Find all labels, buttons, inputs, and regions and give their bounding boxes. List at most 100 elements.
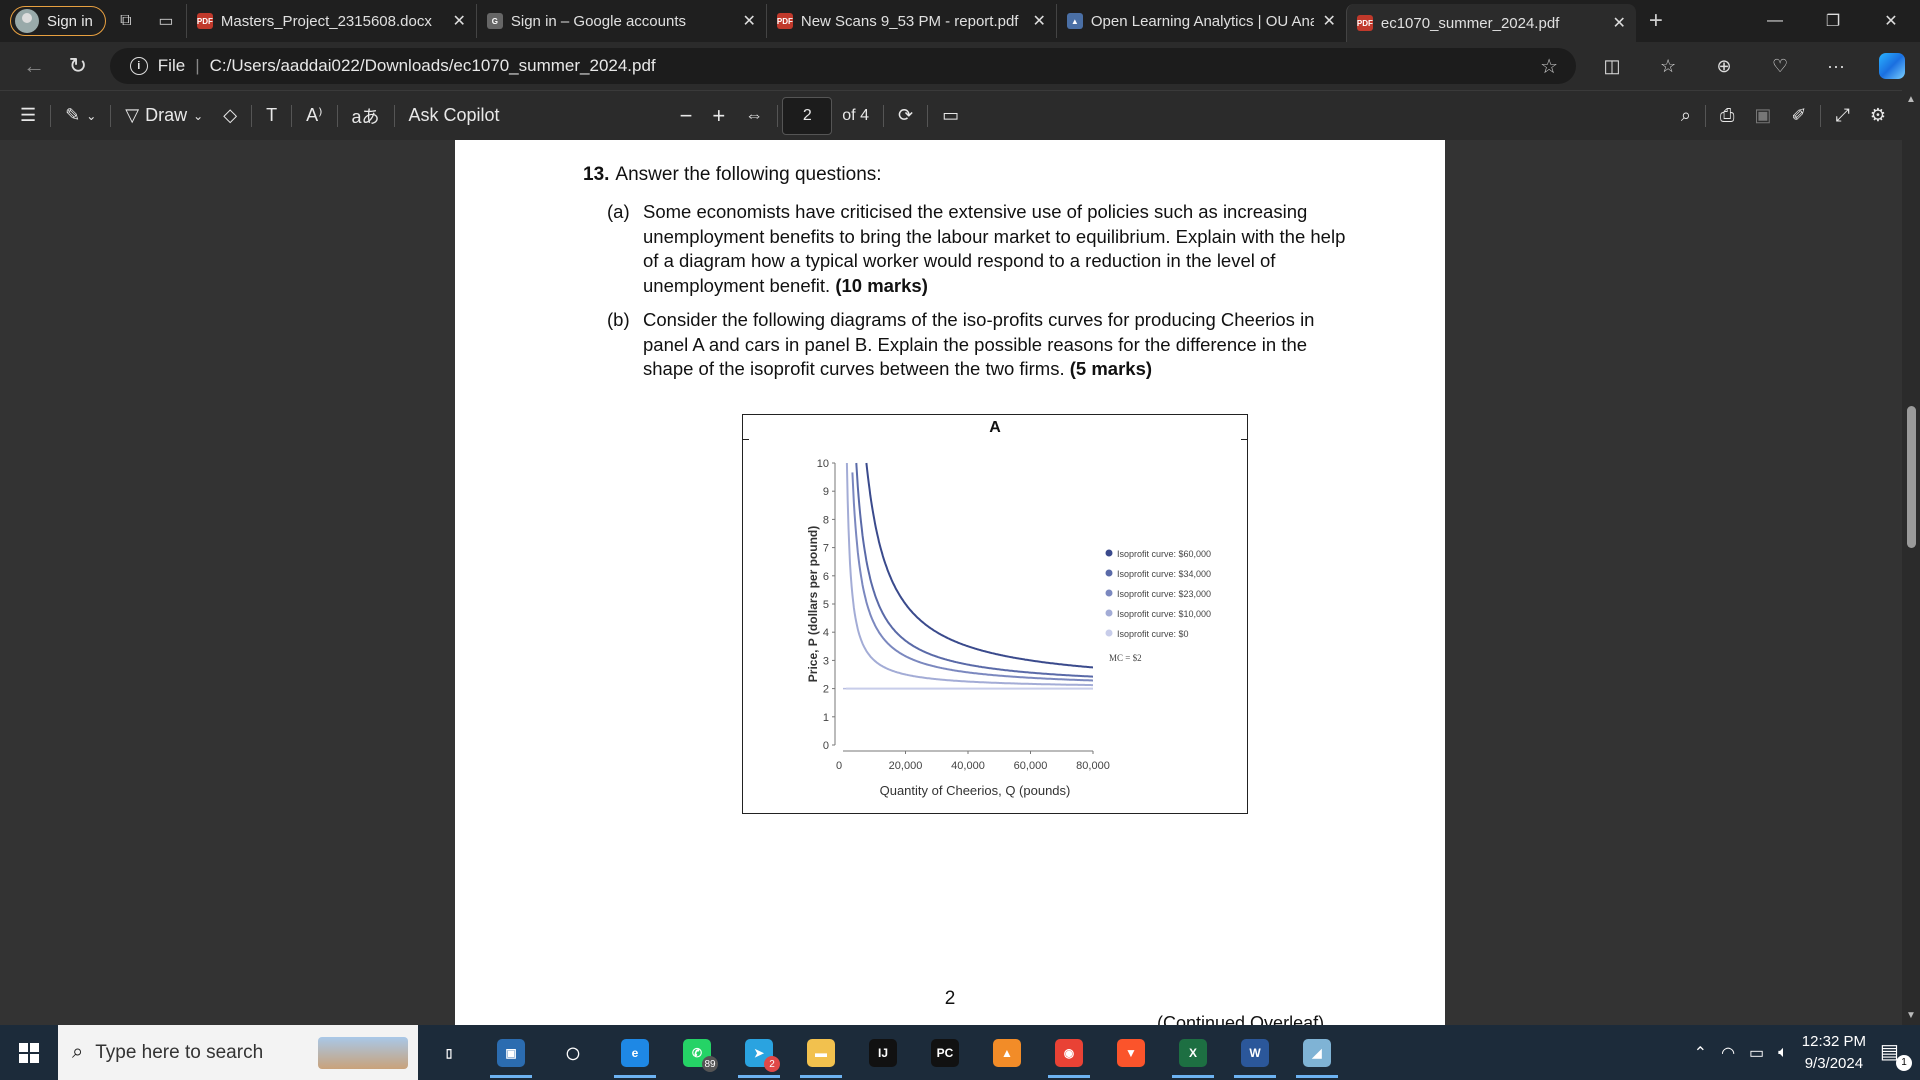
performance-icon[interactable]: ♡	[1752, 48, 1808, 84]
browser-tab[interactable]: G Sign in – Google accounts ✕	[475, 4, 766, 38]
taskbar-app-brave[interactable]: ▼	[1100, 1025, 1162, 1080]
part-marks: (10 marks)	[835, 274, 928, 296]
window-controls: — ❐ ✕	[1746, 0, 1920, 42]
page-total: of 4	[842, 106, 869, 124]
favorite-star-icon[interactable]: ☆	[1540, 54, 1558, 79]
volume-icon[interactable]: 🔈︎	[1778, 1044, 1788, 1062]
taskbar-search[interactable]: ⌕ Type here to search	[58, 1025, 418, 1080]
taskbar-app-notes[interactable]: ◢	[1286, 1025, 1348, 1080]
tab-close-icon[interactable]: ✕	[742, 11, 755, 31]
taskbar-app-telegram[interactable]: ➤ 2	[728, 1025, 790, 1080]
highlight-icon[interactable]: ✎ ⌄	[55, 98, 106, 134]
tab-title: Masters_Project_2315608.docx	[220, 12, 432, 30]
split-screen-icon[interactable]: ◫	[1584, 48, 1640, 84]
question-text: Answer the following questions:	[615, 164, 882, 185]
refresh-icon[interactable]: ↻	[56, 48, 100, 84]
copilot-icon[interactable]	[1864, 48, 1920, 84]
rotate-icon[interactable]: ⟳	[888, 98, 923, 134]
mc-label: MC = $2	[1109, 653, 1142, 663]
taskbar-app-file-explorer[interactable]: ▬	[790, 1025, 852, 1080]
new-tab-button[interactable]: +	[1636, 5, 1676, 37]
page-view-icon[interactable]: ▭	[932, 98, 969, 134]
info-icon[interactable]: i	[129, 57, 148, 75]
fit-to-width-icon[interactable]: ⇔	[735, 98, 773, 134]
taskbar-app-circle-app[interactable]: ◯	[542, 1025, 604, 1080]
legend-marker	[1105, 609, 1113, 617]
profile-sign-in-button[interactable]: Sign in	[10, 6, 106, 36]
tab-actions-icon[interactable]: ▭	[146, 5, 186, 37]
part-text: Some economists have criticised the exte…	[643, 201, 1346, 296]
save-icon[interactable]: ▣	[1744, 98, 1781, 134]
read-aloud-icon[interactable]: A⁾	[296, 98, 332, 134]
legend-entry: Isoprofit curve: $10,000	[1117, 609, 1211, 619]
contents-icon[interactable]: ☰	[10, 98, 46, 134]
minimize-icon[interactable]: —	[1746, 0, 1804, 42]
collections-icon[interactable]: ⊕	[1696, 48, 1752, 84]
browser-tab[interactable]: ▲ Open Learning Analytics | OU Analyse ✕	[1055, 4, 1346, 38]
part-text: Consider the following diagrams of the i…	[643, 309, 1315, 379]
tab-close-icon[interactable]: ✕	[452, 11, 465, 31]
taskbar-app-pycharm[interactable]: PC	[914, 1025, 976, 1080]
back-icon[interactable]: ←	[12, 48, 56, 84]
taskbar-app-excel[interactable]: X	[1162, 1025, 1224, 1080]
pycharm-icon: PC	[931, 1038, 959, 1067]
browser-tab[interactable]: PDF ec1070_summer_2024.pdf ✕	[1345, 4, 1636, 42]
address-scheme: File	[157, 56, 186, 75]
battery-icon[interactable]: ▭	[1749, 1043, 1764, 1063]
print-icon[interactable]: ⎙	[1710, 98, 1744, 134]
browser-tab[interactable]: PDF New Scans 9_53 PM - report.pdf ✕	[765, 4, 1056, 38]
taskbar-app-intellij[interactable]: IJ	[852, 1025, 914, 1080]
x-tick-label: 80,000	[1076, 760, 1110, 772]
start-button[interactable]	[0, 1025, 58, 1080]
restore-icon[interactable]: ❐	[1804, 0, 1862, 42]
tab-close-icon[interactable]: ✕	[1322, 11, 1335, 31]
clock-time: 12:32 PM	[1801, 1032, 1866, 1050]
taskbar-app-word[interactable]: W	[1224, 1025, 1286, 1080]
draw-button[interactable]: ▽ Draw ⌄	[115, 98, 213, 134]
search-icon[interactable]: ⌕	[1671, 98, 1701, 134]
zoom-in-button[interactable]: +	[702, 98, 735, 134]
photos-icon: ▣	[497, 1038, 525, 1067]
clock[interactable]: 12:32 PM 9/3/2024	[1802, 1031, 1866, 1075]
taskbar-app-vlc[interactable]: ▲	[976, 1025, 1038, 1080]
tab-close-icon[interactable]: ✕	[1612, 13, 1625, 33]
page-number: 2	[944, 988, 956, 1009]
taskbar-app-chrome[interactable]: ◉	[1038, 1025, 1100, 1080]
more-menu-icon[interactable]: ···	[1808, 48, 1864, 84]
search-icon: ⌕	[72, 1041, 84, 1063]
translate-icon[interactable]: aあ	[342, 98, 390, 134]
favorites-icon[interactable]: ☆	[1640, 48, 1696, 84]
chrome-icon: ◉	[1055, 1038, 1083, 1067]
add-text-icon[interactable]: T	[256, 98, 287, 134]
taskbar-app-edge[interactable]: e	[604, 1025, 666, 1080]
scroll-down-icon[interactable]: ▼	[1906, 1010, 1916, 1021]
taskbar-app-photos[interactable]: ▣	[480, 1025, 542, 1080]
notification-icon[interactable]: ▤ 1	[1880, 1039, 1912, 1071]
word-icon: W	[1241, 1038, 1269, 1067]
taskbar-app-whatsapp[interactable]: ✆ 89	[666, 1025, 728, 1080]
workspaces-icon[interactable]: ⧉	[106, 5, 146, 37]
tab-close-icon[interactable]: ✕	[1032, 11, 1045, 31]
save-as-icon[interactable]: ✐	[1781, 98, 1816, 134]
close-window-icon[interactable]: ✕	[1862, 0, 1920, 42]
address-bar-row: ← ↻ i File | C:/Users/aaddai022/Download…	[0, 42, 1920, 90]
legend-entry: Isoprofit curve: $0	[1117, 629, 1189, 639]
chevron-up-icon[interactable]: ⌃	[1694, 1043, 1707, 1063]
scroll-thumb[interactable]	[1907, 406, 1916, 548]
browser-tab[interactable]: PDF Masters_Project_2315608.docx ✕	[185, 4, 476, 38]
page-number-input[interactable]: 2	[782, 96, 833, 135]
wifi-icon[interactable]: ◠	[1721, 1043, 1735, 1063]
settings-icon[interactable]: ⚙	[1860, 98, 1896, 134]
address-bar[interactable]: i File | C:/Users/aaddai022/Downloads/ec…	[109, 48, 1577, 84]
legend-entry: Isoprofit curve: $34,000	[1117, 569, 1211, 579]
circle-app-icon: ◯	[566, 1045, 580, 1060]
pdf-viewer[interactable]: 13. Answer the following questions: (a) S…	[0, 140, 1920, 1025]
legend-entry: Isoprofit curve: $23,000	[1117, 589, 1211, 599]
taskbar-app-task-view[interactable]: ▯	[418, 1025, 480, 1080]
scroll-up-icon[interactable]: ▲	[1906, 94, 1916, 105]
fullscreen-icon[interactable]: ⤢	[1825, 98, 1859, 134]
ask-copilot-button[interactable]: Ask Copilot	[399, 98, 510, 134]
eraser-icon[interactable]: ◇	[213, 98, 247, 134]
zoom-out-button[interactable]: −	[670, 98, 703, 134]
vertical-scrollbar[interactable]: ▲ ▼	[1902, 90, 1920, 1025]
